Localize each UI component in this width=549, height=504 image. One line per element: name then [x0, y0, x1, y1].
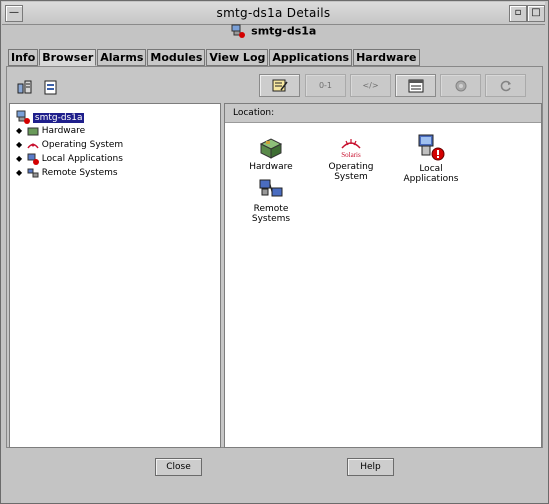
tree-item-label: Operating System — [41, 140, 124, 150]
gear-icon — [455, 80, 466, 91]
content-item-remote-systems[interactable]: Remote Systems — [235, 178, 307, 224]
tab-info[interactable]: Info — [8, 49, 39, 66]
tree-item-local-applications[interactable]: ◆ Local Applications — [16, 152, 123, 166]
tree-root-label: smtg-ds1a — [32, 112, 85, 123]
host-icon — [231, 24, 245, 38]
title-bar[interactable]: — smtg-ds1a Details ▫ □ — [2, 2, 545, 25]
minimize-button[interactable]: ▫ — [509, 5, 527, 22]
content-item-label: Operating System — [328, 162, 374, 182]
settings-button[interactable] — [440, 74, 481, 97]
tab-browser[interactable]: Browser — [39, 49, 97, 66]
tab-applications[interactable]: Applications — [269, 49, 353, 66]
tree-item-label: Remote Systems — [41, 168, 118, 178]
tree-item-label: Hardware — [41, 126, 86, 136]
content-pane[interactable]: Location: Hardware Solaris Operating Sys… — [224, 103, 542, 448]
calendar-icon — [408, 79, 423, 92]
refresh-icon — [500, 80, 511, 91]
expand-icon[interactable]: ◆ — [16, 152, 24, 166]
local-applications-icon — [418, 134, 445, 161]
hardware-icon — [259, 138, 283, 159]
properties-icon[interactable] — [42, 78, 60, 96]
host-icon — [16, 110, 30, 124]
solaris-icon — [27, 143, 39, 148]
tab-hardware[interactable]: Hardware — [353, 49, 420, 66]
code-button[interactable]: </> — [350, 74, 391, 97]
compare-label: 0-1 — [318, 81, 333, 90]
hardware-icon — [27, 127, 39, 135]
tab-bar: Info Browser Alarms Modules View Log App… — [8, 49, 421, 66]
maximize-button[interactable]: □ — [527, 5, 545, 22]
expand-icon[interactable]: ◆ — [16, 138, 24, 152]
content-item-hardware[interactable]: Hardware — [245, 136, 297, 172]
local-apps-icon — [27, 153, 39, 165]
tree-view-icon[interactable] — [16, 78, 34, 96]
content-item-label: Local Applications — [403, 164, 459, 184]
edit-button[interactable] — [259, 74, 300, 97]
close-button[interactable]: Close — [155, 458, 202, 476]
expand-icon[interactable]: ◆ — [16, 124, 24, 138]
remote-systems-icon — [259, 179, 283, 197]
tree-item-label: Local Applications — [41, 154, 123, 164]
location-bar: Location: — [225, 104, 541, 123]
content-item-operating-system[interactable]: Solaris Operating System — [313, 136, 389, 182]
content-item-label: Hardware — [249, 162, 293, 172]
remote-systems-icon — [27, 168, 39, 177]
edit-icon — [272, 79, 288, 91]
maximize-icon: □ — [531, 7, 541, 18]
calendar-button[interactable] — [395, 74, 436, 97]
code-label: </> — [362, 81, 379, 90]
location-label: Location: — [233, 108, 275, 118]
solaris-logo: Solaris — [341, 139, 361, 159]
help-button[interactable]: Help — [347, 458, 394, 476]
expand-icon[interactable]: ◆ — [16, 166, 24, 180]
host-name: smtg-ds1a — [251, 24, 317, 38]
host-header: smtg-ds1a — [2, 24, 545, 46]
solaris-logo-text: Solaris — [341, 151, 361, 159]
minimize-icon: ▫ — [514, 7, 522, 18]
window-title: smtg-ds1a Details — [216, 6, 331, 20]
tree-pane[interactable]: smtg-ds1a ◆ Hardware ◆ Operating System … — [9, 103, 221, 448]
refresh-button[interactable] — [485, 74, 526, 97]
tab-view-log[interactable]: View Log — [206, 49, 269, 66]
tree-item-remote-systems[interactable]: ◆ Remote Systems — [16, 166, 118, 180]
content-item-local-applications[interactable]: Local Applications — [391, 132, 471, 184]
tree-item-operating-system[interactable]: ◆ Operating System — [16, 138, 123, 152]
tree-root[interactable]: smtg-ds1a — [16, 110, 85, 124]
tab-modules[interactable]: Modules — [147, 49, 206, 66]
compare-button[interactable]: 0-1 — [305, 74, 346, 97]
tree-item-hardware[interactable]: ◆ Hardware — [16, 124, 85, 138]
tab-alarms[interactable]: Alarms — [97, 49, 147, 66]
content-item-label: Remote Systems — [251, 204, 291, 224]
